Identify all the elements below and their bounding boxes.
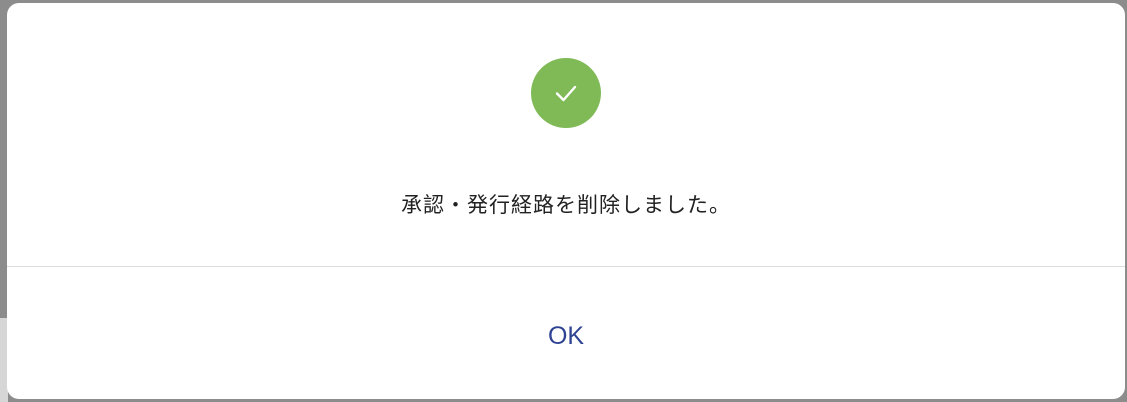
confirmation-dialog: 承認・発行経路を削除しました。 OK [7,3,1125,399]
checkmark-icon [555,85,577,102]
ok-button[interactable]: OK [7,267,1125,399]
dialog-message: 承認・発行経路を削除しました。 [401,193,731,217]
dialog-body: 承認・発行経路を削除しました。 [7,3,1125,266]
check-circle-icon [531,58,601,128]
